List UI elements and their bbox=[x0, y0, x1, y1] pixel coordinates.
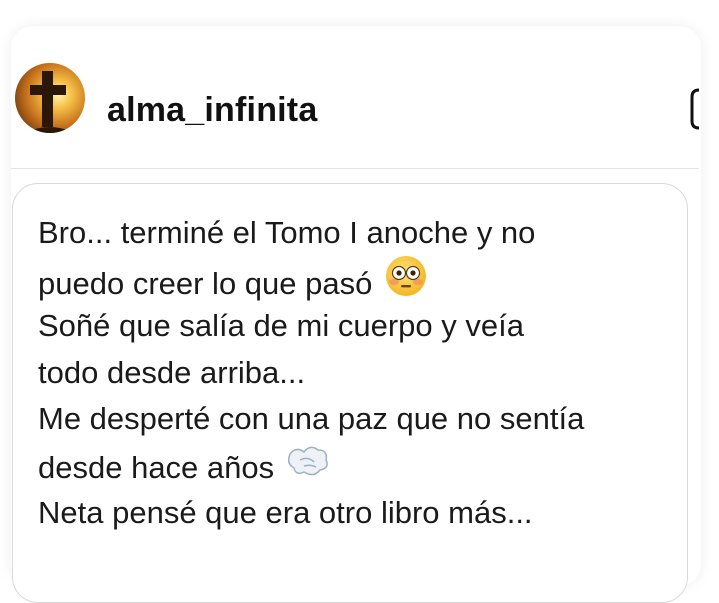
flushed-face-emoji-icon bbox=[384, 254, 428, 312]
username[interactable]: alma_infinita bbox=[107, 91, 317, 130]
message-line: Neta pensé que era otro libro más... bbox=[38, 494, 533, 530]
cross-sunset-avatar-icon bbox=[15, 63, 85, 133]
bracket-icon[interactable] bbox=[690, 87, 700, 131]
dash-emoji-icon bbox=[286, 440, 330, 494]
message-line: Soñé que salía de mi cuerpo y veía bbox=[38, 308, 524, 344]
avatar[interactable] bbox=[15, 63, 85, 133]
header-divider bbox=[11, 168, 699, 169]
message-line: Bro... terminé el Tomo I anoche y no bbox=[38, 215, 536, 250]
chat-header: alma_infinita bbox=[11, 52, 701, 168]
message-line: puedo creer lo que pasó bbox=[38, 255, 678, 304]
message-line: todo desde arriba... bbox=[38, 354, 306, 390]
message-text: Bro... terminé el Tomo I anoche y no pue… bbox=[38, 210, 678, 536]
message-line: Me desperté con una paz que no sentía bbox=[38, 401, 585, 437]
message-line: desde hace años bbox=[38, 443, 678, 490]
